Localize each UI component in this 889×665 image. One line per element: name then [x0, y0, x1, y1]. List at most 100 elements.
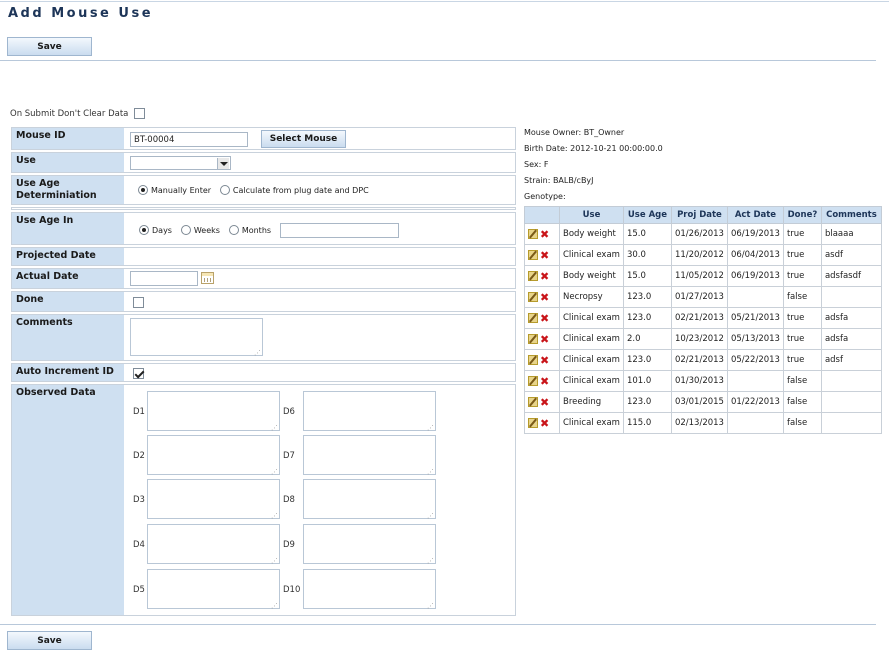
actual-date-input[interactable]	[130, 271, 198, 286]
done-label: Done	[12, 292, 124, 311]
header-use: Use	[559, 206, 624, 224]
cell-act-date	[726, 370, 784, 392]
delete-x-icon[interactable]: ✖	[540, 375, 549, 388]
table-row: ✖ Body weight 15.0 01/26/2013 06/19/2013 true…	[524, 223, 882, 245]
row-actions: ✖	[524, 370, 560, 392]
birth-date: Birth Date: 2012-10-21 00:00:00.0	[524, 144, 663, 153]
row-use: Use	[11, 152, 516, 173]
table-row: ✖ Clinical exam 123.0 02/21/2013 05/22/2013 t…	[524, 349, 882, 371]
delete-x-icon[interactable]: ✖	[540, 333, 549, 346]
projected-date-label: Projected Date	[12, 248, 124, 265]
edit-pencil-icon[interactable]	[528, 271, 538, 281]
edit-pencil-icon[interactable]	[528, 355, 538, 365]
cell-use: Clinical exam	[559, 412, 624, 434]
d5-textarea[interactable]	[147, 569, 280, 610]
use-select[interactable]	[130, 156, 231, 170]
row-actual-date: Actual Date	[11, 268, 516, 289]
cell-use-age: 15.0	[622, 265, 672, 287]
manual-enter-radio[interactable]	[138, 185, 148, 195]
d6-textarea[interactable]	[303, 391, 436, 432]
done-checkbox[interactable]	[133, 297, 144, 308]
cell-done: true	[782, 328, 822, 350]
d9-textarea[interactable]	[303, 524, 436, 565]
cell-comments: adsfa	[820, 328, 882, 350]
delete-x-icon[interactable]: ✖	[540, 417, 549, 430]
save-button-bottom[interactable]: Save	[7, 631, 92, 650]
strain: Strain: BALB/cByJ	[524, 176, 594, 185]
weeks-radio[interactable]	[180, 225, 191, 235]
d8-textarea[interactable]	[303, 479, 436, 520]
edit-pencil-icon[interactable]	[528, 250, 538, 260]
edit-pencil-icon[interactable]	[528, 376, 538, 386]
months-radio[interactable]	[228, 225, 239, 235]
cell-use: Breeding	[559, 391, 624, 413]
cell-comments: adsfasdf	[820, 265, 882, 287]
d7-label: D7	[283, 451, 295, 461]
table-row: ✖ Clinical exam 2.0 10/23/2012 05/13/2013 tru…	[524, 328, 882, 350]
save-button-top[interactable]: Save	[7, 37, 92, 56]
cell-done: true	[782, 223, 822, 245]
d1-textarea[interactable]	[147, 391, 280, 432]
edit-pencil-icon[interactable]	[528, 397, 538, 407]
header-proj-date: Proj Date	[670, 206, 728, 224]
cell-done: false	[782, 370, 822, 392]
comments-textarea[interactable]	[130, 318, 263, 357]
d8-label: D8	[283, 495, 295, 505]
delete-x-icon[interactable]: ✖	[540, 312, 549, 325]
cell-done: true	[782, 349, 822, 371]
table-row: ✖ Necropsy 123.0 01/27/2013 false	[524, 286, 882, 308]
delete-x-icon[interactable]: ✖	[540, 228, 549, 241]
delete-x-icon[interactable]: ✖	[540, 249, 549, 262]
cell-use: Clinical exam	[559, 244, 624, 266]
edit-pencil-icon[interactable]	[528, 418, 538, 428]
cell-proj-date: 11/05/2012	[670, 265, 728, 287]
cell-use-age: 123.0	[622, 307, 672, 329]
table-header-row: Use Use Age Proj Date Act Date Done? Com…	[524, 206, 882, 224]
edit-pencil-icon[interactable]	[528, 292, 538, 302]
sex: Sex: F	[524, 160, 549, 169]
cell-use: Clinical exam	[559, 370, 624, 392]
auto-increment-checkbox[interactable]	[133, 368, 144, 379]
d10-textarea[interactable]	[303, 569, 436, 610]
top-border	[0, 1, 889, 2]
cell-proj-date: 02/21/2013	[670, 349, 728, 371]
d2-textarea[interactable]	[147, 435, 280, 476]
edit-pencil-icon[interactable]	[528, 229, 538, 239]
cell-use: Necropsy	[559, 286, 624, 308]
d5-label: D5	[133, 585, 145, 595]
delete-x-icon[interactable]: ✖	[540, 291, 549, 304]
calculate-radio[interactable]	[219, 185, 230, 195]
cell-use-age: 30.0	[622, 244, 672, 266]
cell-act-date	[726, 286, 784, 308]
cell-act-date: 05/13/2013	[726, 328, 784, 350]
mouse-id-label: Mouse ID	[12, 128, 124, 149]
select-mouse-button[interactable]: Select Mouse	[261, 130, 346, 148]
cell-use-age: 123.0	[622, 349, 672, 371]
header-use-age: Use Age	[622, 206, 672, 224]
d3-textarea[interactable]	[147, 479, 280, 520]
delete-x-icon[interactable]: ✖	[540, 270, 549, 283]
dont-clear-checkbox[interactable]	[134, 108, 146, 119]
d4-textarea[interactable]	[147, 524, 280, 565]
d7-textarea[interactable]	[303, 435, 436, 476]
weeks-label: Weeks	[193, 225, 220, 235]
d4-label: D4	[133, 540, 145, 550]
delete-x-icon[interactable]: ✖	[540, 396, 549, 409]
cell-proj-date: 02/21/2013	[670, 307, 728, 329]
days-radio[interactable]	[139, 225, 149, 235]
edit-pencil-icon[interactable]	[528, 334, 538, 344]
delete-x-icon[interactable]: ✖	[540, 354, 549, 367]
cell-use-age: 123.0	[622, 286, 672, 308]
table-row: ✖ Clinical exam 115.0 02/13/2013 false	[524, 412, 882, 434]
page-title: Add Mouse Use	[8, 6, 154, 21]
use-age-input[interactable]	[280, 223, 399, 238]
cell-done: false	[782, 391, 822, 413]
edit-pencil-icon[interactable]	[528, 313, 538, 323]
row-actions: ✖	[524, 307, 560, 329]
row-spacer	[11, 207, 516, 210]
mouse-id-input[interactable]: BT-00004	[130, 132, 248, 147]
calendar-icon[interactable]	[201, 272, 214, 284]
row-actions: ✖	[524, 265, 560, 287]
row-actions: ✖	[524, 286, 560, 308]
mouse-uses-table: Use Use Age Proj Date Act Date Done? Com…	[524, 206, 882, 434]
